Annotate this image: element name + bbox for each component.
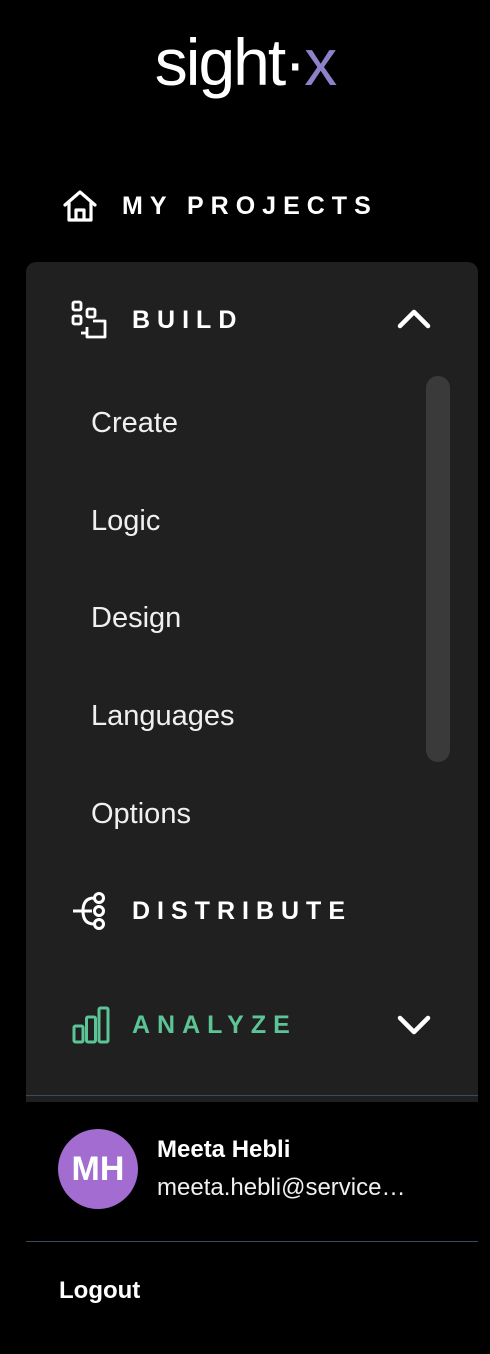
nav-panel: BUILD Create Logic Design Languages Opti… [26, 262, 478, 1102]
sidebar: sight·x MY PROJECTS BUILD Create Logic D… [0, 0, 490, 1354]
user-name: Meeta Hebli [157, 1136, 291, 1163]
nav-distribute[interactable]: DISTRIBUTE [70, 887, 352, 935]
chevron-down-icon[interactable] [392, 1003, 436, 1047]
sightx-logo[interactable]: sight·x [0, 22, 490, 102]
home-icon [63, 190, 97, 222]
build-item-create[interactable]: Create [91, 403, 178, 443]
nav-build-label: BUILD [132, 305, 244, 334]
build-item-design[interactable]: Design [91, 598, 181, 638]
nav-my-projects-label: MY PROJECTS [122, 191, 378, 220]
build-blocks-icon [71, 300, 107, 339]
chevron-up-icon[interactable] [392, 296, 436, 340]
nav-analyze-label: ANALYZE [132, 1010, 297, 1039]
nav-my-projects[interactable]: MY PROJECTS [60, 184, 378, 228]
scrollbar-thumb[interactable] [426, 376, 450, 762]
divider [26, 1095, 478, 1096]
divider [26, 1241, 478, 1242]
logout-link[interactable]: Logout [59, 1277, 140, 1305]
nav-distribute-label: DISTRIBUTE [132, 896, 352, 925]
nav-build[interactable]: BUILD [70, 296, 243, 344]
avatar[interactable]: MH [58, 1129, 138, 1209]
build-item-languages[interactable]: Languages [91, 696, 235, 736]
build-item-logic[interactable]: Logic [91, 501, 160, 541]
distribute-icon [73, 892, 105, 930]
nav-analyze[interactable]: ANALYZE [70, 1001, 297, 1049]
user-email: meeta.hebli@service… [157, 1174, 406, 1201]
bar-chart-icon [72, 1006, 110, 1044]
build-item-options[interactable]: Options [91, 794, 191, 834]
